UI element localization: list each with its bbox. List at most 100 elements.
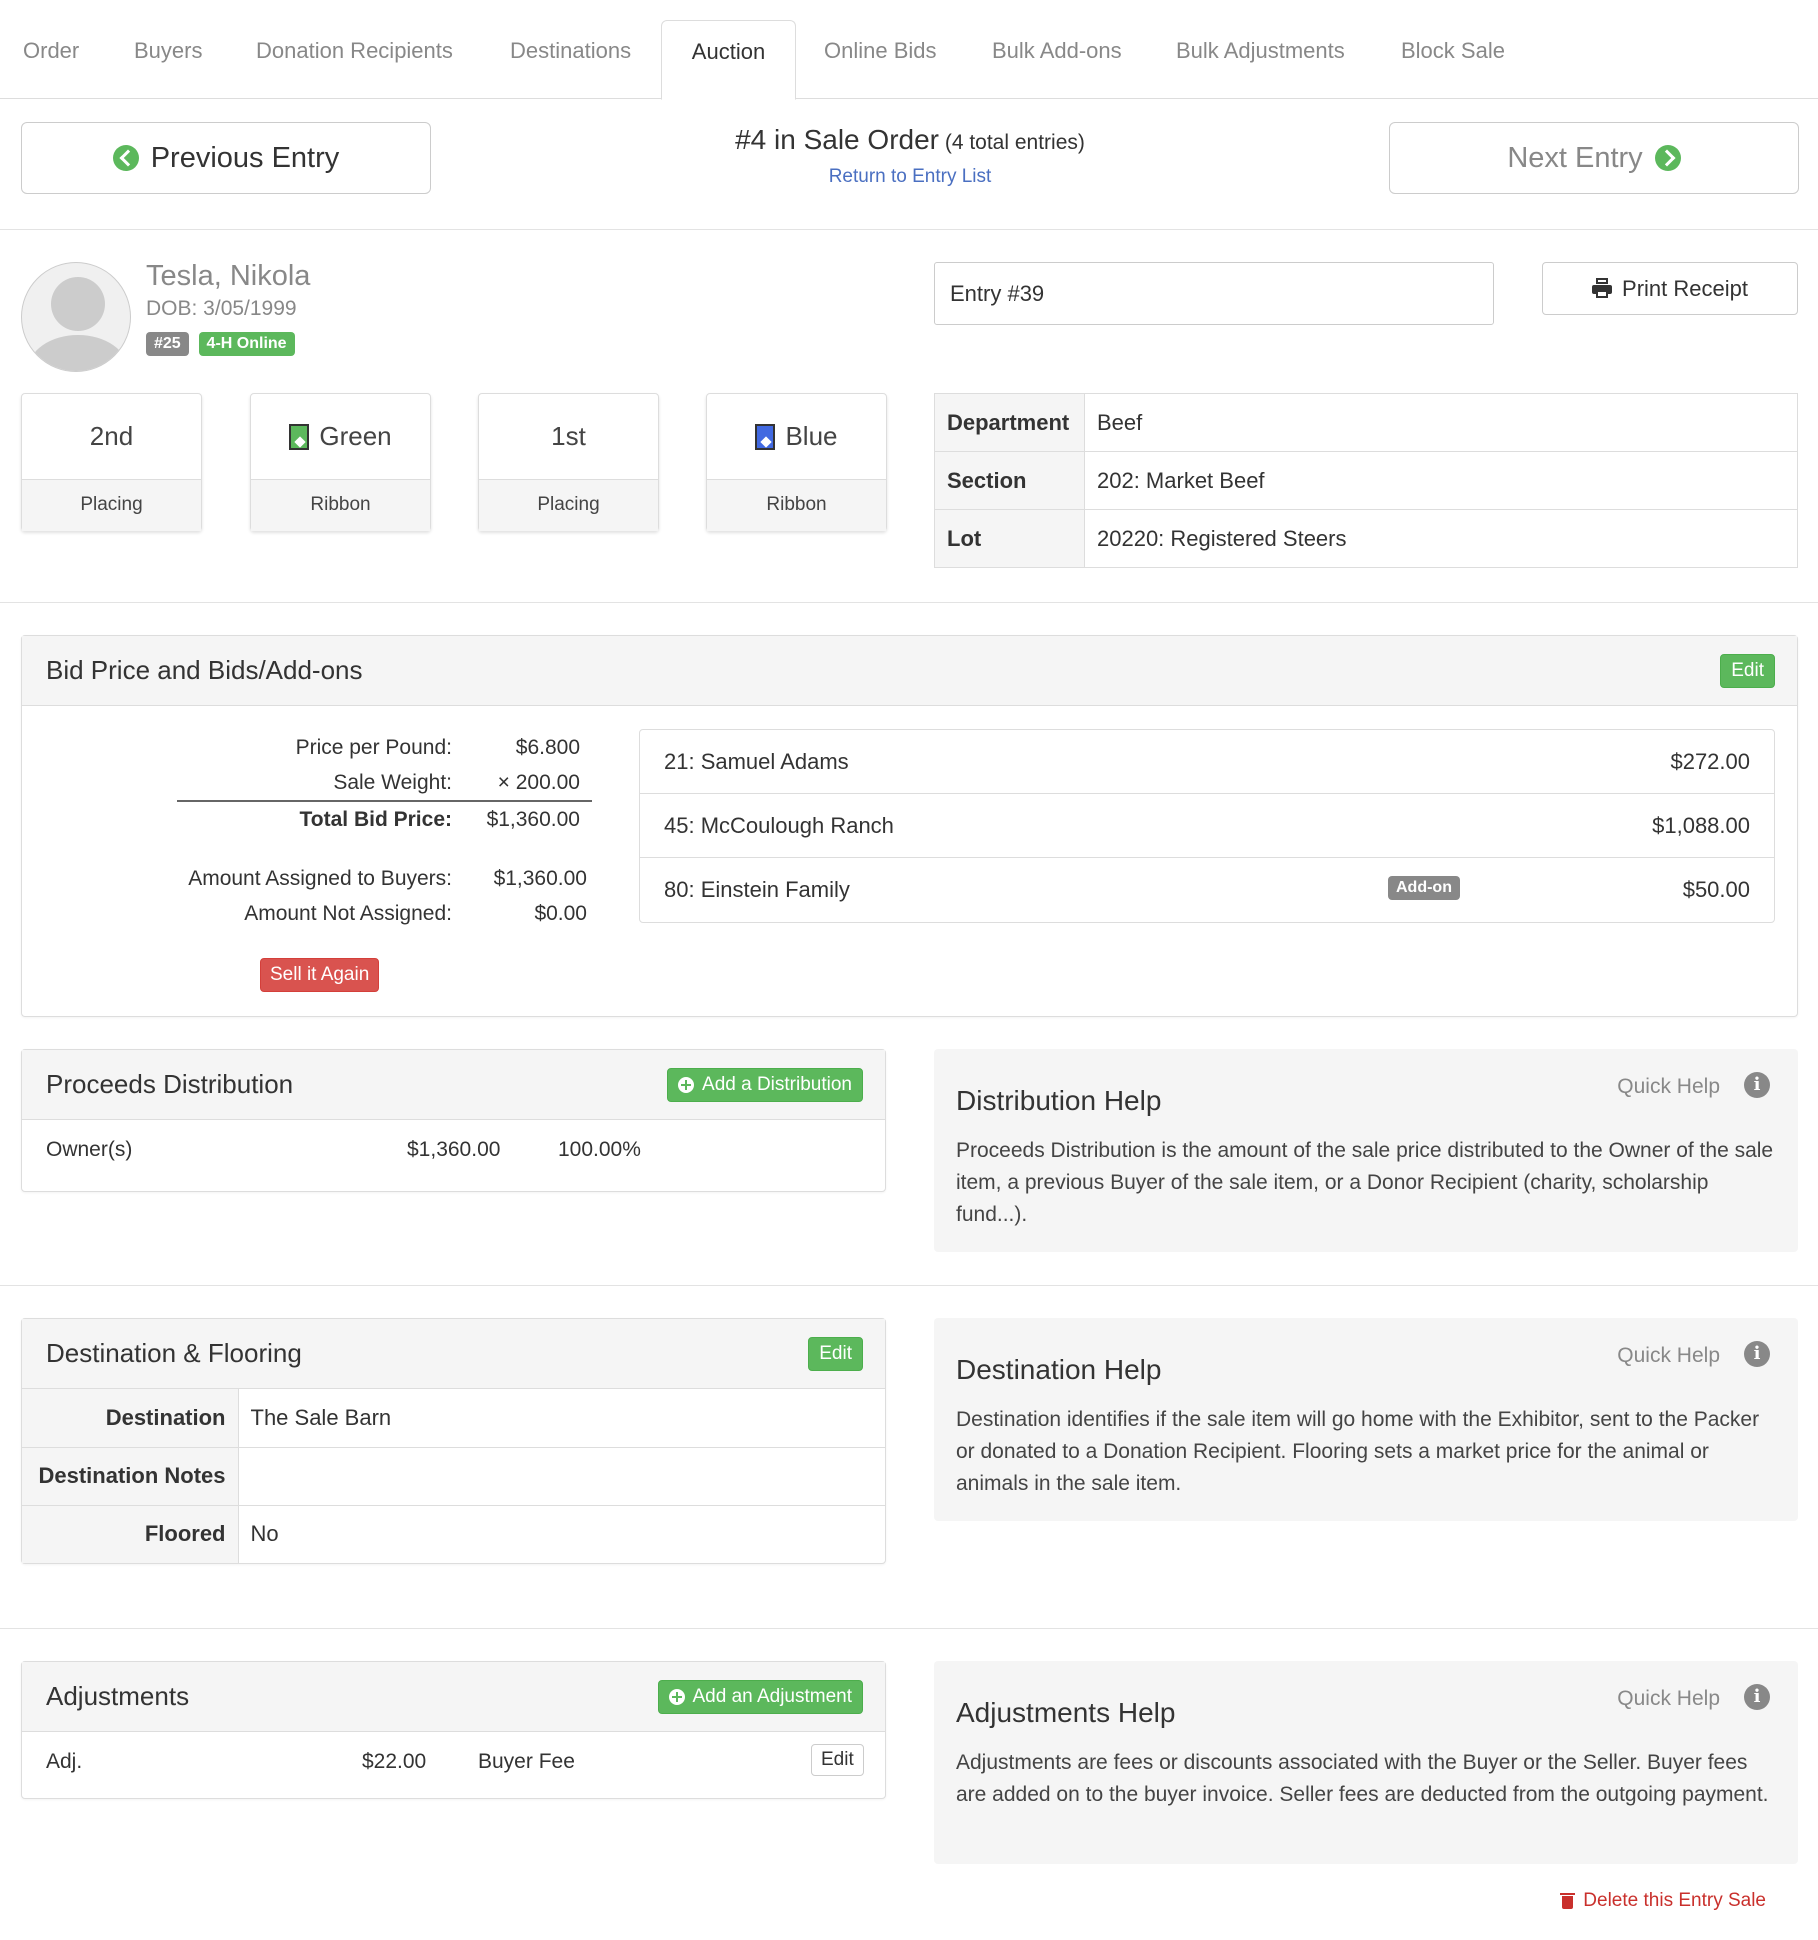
info-icon[interactable]: i [1744,1341,1770,1367]
edit-bid-button[interactable]: Edit [1720,653,1775,688]
placing-value: 2nd [89,421,134,451]
edit-destination-button[interactable]: Edit [808,1336,863,1371]
info-value: 20220: Registered Steers [1084,509,1798,568]
tab-buyers[interactable]: Buyers [106,20,230,100]
buyer-amount: $272.00 [1670,748,1750,774]
quick-help-label: Quick Help [1617,1687,1720,1710]
trash-icon [1560,1893,1576,1909]
ribbon-value: Green [319,421,392,451]
return-to-entry-list-link[interactable]: Return to Entry List [600,166,1220,188]
sale-order-position: #4 in Sale Order [735,124,939,155]
avatar-head-icon [51,277,105,331]
bid-summary: Price per Pound: $6.800 Sale Weight: × 200… [162,730,592,931]
add-adjustment-button[interactable]: Add an Adjustment [657,1679,863,1714]
table-row: Department Beef [934,393,1798,452]
table-row: Section 202: Market Beef [934,451,1798,510]
bookmark-icon [755,423,776,450]
print-receipt-label: Print Receipt [1622,275,1748,301]
destination-key: Floored [22,1504,239,1563]
add-distribution-button[interactable]: Add a Distribution [667,1067,863,1102]
divider [0,229,1818,230]
info-value: Beef [1084,393,1798,452]
divider [0,1628,1818,1629]
arrow-left-circle-icon [112,145,139,171]
plus-circle-icon [668,1688,685,1705]
info-icon[interactable]: i [1744,1072,1770,1098]
distribution-owner: Owner(s) [46,1138,133,1161]
print-receipt-button[interactable]: Print Receipt [1542,262,1798,315]
list-item[interactable]: 45: McCoulough Ranch $1,088.00 [640,794,1774,858]
adjustment-description: Buyer Fee [478,1750,575,1773]
total-entries: (4 total entries) [944,131,1085,154]
placing-card: 2nd Placing [21,393,202,531]
help-title: Distribution Help [956,1085,1162,1116]
help-text: Destination identifies if the sale item … [956,1408,1760,1495]
distribution-help: Quick Help i Distribution Help Proceeds … [934,1049,1798,1252]
tab-bulk-add-ons[interactable]: Bulk Add-ons [964,20,1150,100]
info-value: 202: Market Beef [1084,451,1798,510]
destination-flooring-panel: Destination & Flooring Edit Destination T… [21,1318,886,1564]
info-icon[interactable]: i [1744,1684,1770,1710]
buyer-amount: $50.00 [1682,877,1750,902]
arrow-right-circle-icon [1654,145,1681,171]
tab-donation-recipients[interactable]: Donation Recipients [228,20,481,100]
tab-online-bids[interactable]: Online Bids [796,20,965,100]
exhibitor-dob: DOB: 3/05/1999 [146,297,297,320]
help-text: Adjustments are fees or discounts associ… [956,1751,1769,1806]
delete-entry-sale-link[interactable]: Delete this Entry Sale [1560,1890,1766,1912]
ribbon-card: Green Ribbon [250,393,431,531]
distribution-amount: $1,360.00 [407,1138,501,1161]
destination-key: Destination Notes [22,1446,239,1506]
buyer-name: 80: Einstein Family [664,877,850,902]
amount-assigned-value: $1,360.00 [493,867,587,890]
destination-value [237,1446,885,1506]
tab-auction[interactable]: Auction [661,20,796,100]
help-title: Destination Help [956,1354,1162,1385]
tab-order[interactable]: Order [0,20,107,100]
next-entry-button[interactable]: Next Entry [1389,122,1799,194]
previous-entry-button[interactable]: Previous Entry [21,122,431,194]
info-key: Section [934,451,1085,510]
sale-order-info: #4 in Sale Order (4 total entries) [600,124,1220,156]
buyer-amount: $1,088.00 [1652,812,1750,838]
adjustment-type: Adj. [46,1750,83,1773]
exhibitor-number-badge: #25 [146,332,189,356]
table-row: Floored No [22,1504,885,1563]
placing-card: 1st Placing [478,393,659,531]
help-text: Proceeds Distribution is the amount of t… [956,1139,1774,1226]
placing-caption: Placing [22,479,201,531]
buyers-list: 21: Samuel Adams $272.00 45: McCoulough R… [639,729,1775,923]
edit-adjustment-button[interactable]: Edit [811,1744,864,1776]
sale-weight-value: × 200.00 [497,771,580,794]
add-on-badge: Add-on [1388,876,1460,900]
panel-title: Proceeds Distribution [46,1069,294,1099]
quick-help-label: Quick Help [1617,1075,1720,1098]
entry-select[interactable]: Entry #39 [934,262,1494,325]
adjustment-amount: $22.00 [362,1750,427,1773]
placing-caption: Placing [479,479,658,531]
table-row: Destination Notes [22,1446,885,1506]
sell-it-again-button[interactable]: Sell it Again [260,958,380,992]
destination-table: Destination The Sale Barn Destination Not… [22,1389,885,1563]
tab-bulk-adjustments[interactable]: Bulk Adjustments [1148,20,1373,100]
panel-title: Destination & Flooring [46,1338,302,1368]
panel-title: Adjustments [46,1681,190,1711]
tab-destinations[interactable]: Destinations [482,20,659,100]
plus-circle-icon [678,1076,695,1093]
entry-info-table: Department Beef Section 202: Market Beef L… [934,393,1798,568]
list-item[interactable]: 80: Einstein Family Add-on $50.00 [640,858,1774,922]
destination-value: No [237,1504,885,1563]
printer-icon [1592,277,1613,298]
bookmark-icon [289,423,310,450]
ribbon-value: Blue [785,421,838,451]
total-bid-label: Total Bid Price: [299,808,452,831]
ribbon-caption: Ribbon [251,479,430,531]
tab-block-sale[interactable]: Block Sale [1373,20,1533,100]
list-item[interactable]: 21: Samuel Adams $272.00 [640,730,1774,794]
sale-weight-label: Sale Weight: [333,771,452,794]
price-per-pound-label: Price per Pound: [295,736,452,759]
amount-not-assigned-label: Amount Not Assigned: [244,902,452,925]
add-distribution-label: Add a Distribution [702,1073,852,1095]
info-key: Lot [934,509,1085,568]
next-entry-label: Next Entry [1507,141,1643,174]
